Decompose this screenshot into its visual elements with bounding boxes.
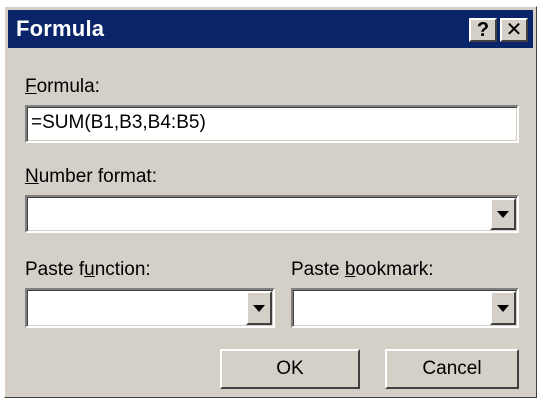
formula-label: Formula: — [25, 76, 100, 97]
paste-bookmark-dropdown-button[interactable] — [490, 291, 516, 325]
number-format-dropdown-button[interactable] — [490, 198, 516, 230]
number-format-label: Number format: — [25, 166, 157, 187]
title-bar[interactable]: Formula ? ✕ — [8, 10, 533, 48]
paste-function-dropdown-button[interactable] — [246, 291, 272, 325]
number-format-combo[interactable] — [25, 195, 519, 233]
formula-dialog: Formula ? ✕ Formula: =SUM(B1,B3,B4:B5) N… — [4, 6, 537, 398]
help-button[interactable]: ? — [469, 18, 497, 42]
question-mark-icon: ? — [476, 19, 490, 41]
close-icon: ✕ — [505, 19, 523, 41]
paste-bookmark-label: Paste bookmark: — [291, 259, 434, 280]
chevron-down-icon — [497, 211, 509, 218]
paste-function-combo[interactable] — [25, 288, 275, 328]
paste-function-label: Paste function: — [25, 259, 151, 280]
ok-button[interactable]: OK — [220, 349, 360, 389]
close-button[interactable]: ✕ — [500, 18, 528, 42]
window-title: Formula — [16, 16, 105, 41]
chevron-down-icon — [253, 305, 265, 312]
chevron-down-icon — [497, 305, 509, 312]
paste-bookmark-combo[interactable] — [291, 288, 519, 328]
cancel-button[interactable]: Cancel — [385, 349, 519, 389]
formula-input[interactable]: =SUM(B1,B3,B4:B5) — [25, 105, 519, 143]
